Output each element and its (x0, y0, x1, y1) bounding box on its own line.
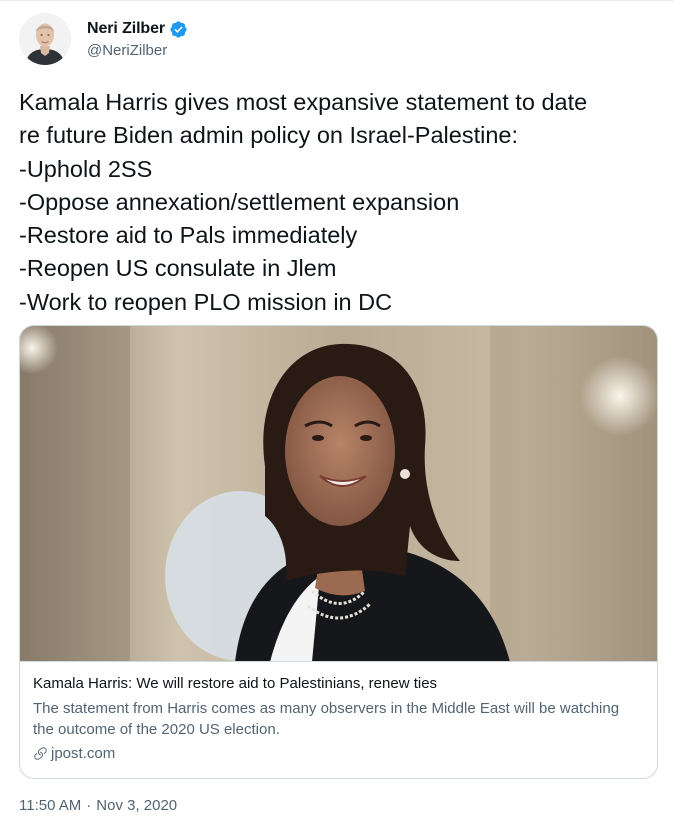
tweet-timestamp[interactable]: 11:50 AM · Nov 3, 2020 (19, 797, 177, 814)
card-description: The statement from Harris comes as many … (33, 700, 620, 738)
tweet-text-line: -Reopen US consulate in Jlem (19, 255, 337, 282)
card-body: Kamala Harris: We will restore aid to Pa… (33, 674, 643, 762)
link-card[interactable]: Kamala Harris: We will restore aid to Pa… (19, 325, 658, 779)
display-name-row: Neri Zilber (87, 20, 188, 39)
link-icon (33, 746, 48, 761)
tweet-date: Nov 3, 2020 (96, 797, 178, 814)
tweet-text-line: -Oppose annexation/settlement expansion (19, 188, 460, 215)
verified-badge-icon (169, 20, 188, 39)
tweet-time: 11:50 AM (19, 797, 82, 814)
author-handle[interactable]: @NeriZilber (87, 42, 188, 59)
card-title[interactable]: Kamala Harris: We will restore aid to Pa… (33, 674, 643, 694)
tweet-text-line: Kamala Harris gives most expansive state… (19, 89, 588, 115)
card-image[interactable] (20, 326, 657, 662)
avatar[interactable] (19, 13, 71, 65)
tweet-text-line: -Work to reopen PLO mission in DC (19, 288, 393, 315)
tweet-text-line: -Uphold 2SS (19, 155, 153, 182)
tweet-header: Neri Zilber @NeriZilber (19, 12, 188, 66)
author-names: Neri Zilber @NeriZilber (87, 20, 188, 59)
card-domain[interactable]: jpost.com (33, 745, 643, 762)
portrait-photo (20, 326, 657, 661)
display-name[interactable]: Neri Zilber (87, 20, 165, 38)
timestamp-separator: · (86, 797, 92, 814)
tweet-text-line: -Restore aid to Pals immediately (19, 222, 358, 249)
top-divider (0, 0, 674, 1)
avatar-image (19, 13, 71, 65)
card-domain-text: jpost.com (51, 745, 116, 762)
tweet-text: Kamala Harris gives most expansive state… (19, 86, 659, 319)
tweet-text-line: re future Biden admin policy on Israel-P… (19, 122, 518, 149)
